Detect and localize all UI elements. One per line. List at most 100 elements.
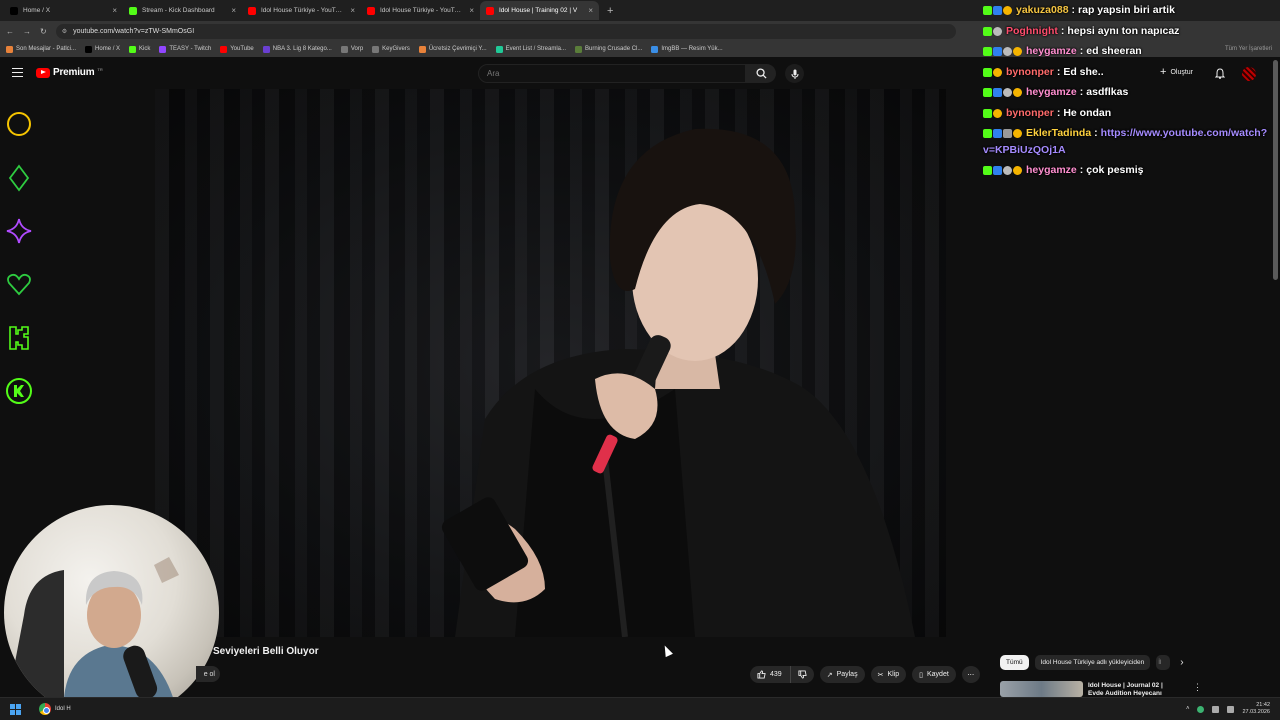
volume-icon[interactable] xyxy=(1227,705,1235,713)
account-avatar[interactable] xyxy=(1242,67,1256,81)
bookmark-favicon-icon xyxy=(6,45,13,53)
kick-k-icon xyxy=(9,326,29,350)
chip-related[interactable]: İl xyxy=(1156,655,1171,670)
clip-button[interactable]: ✂ Klip xyxy=(870,666,907,683)
bookmark-item[interactable]: Son Mesajlar - Patlci... xyxy=(6,45,76,53)
browser-tab[interactable]: Idol House Türkiye - YouTube × xyxy=(361,1,480,20)
more-actions-button[interactable]: ⋯ xyxy=(961,666,980,683)
share-button[interactable]: ↗ Paylaş xyxy=(819,666,865,683)
video-actions: 439 ↗ Paylaş ✂ Klip ▯ Kaydet ⋯ xyxy=(750,666,980,683)
taskbar-chrome-app[interactable]: Idol H xyxy=(39,703,71,715)
tray-app-icon[interactable] xyxy=(1197,705,1205,713)
more-vertical-icon[interactable]: ⋮ xyxy=(1193,682,1202,693)
bookmark-favicon-icon xyxy=(220,45,228,53)
bookmark-item[interactable]: TEASY - Twitch xyxy=(159,45,212,53)
close-icon[interactable]: × xyxy=(469,6,474,15)
chrome-icon xyxy=(39,703,51,715)
chat-badges xyxy=(983,5,1012,15)
site-info-icon[interactable]: ⚙ xyxy=(62,28,67,35)
chip-from-uploader[interactable]: Idol House Türkiye adlı yükleyiciden xyxy=(1034,655,1151,670)
sparkle-icon xyxy=(6,218,32,244)
close-icon[interactable]: × xyxy=(350,6,355,15)
bookmark-item[interactable]: Ücretsiz Çevrimiçi Y... xyxy=(418,45,487,53)
close-icon[interactable]: × xyxy=(112,6,117,15)
video-player[interactable] xyxy=(155,89,946,637)
bookmark-item[interactable]: YouTube xyxy=(220,45,254,53)
bookmark-item[interactable]: Burning Crusade Cl... xyxy=(575,45,642,53)
chevron-up-icon[interactable]: ˄ xyxy=(1186,706,1190,712)
bookmark-favicon-icon xyxy=(129,45,137,53)
bookmark-label: TEASY - Twitch xyxy=(169,46,212,52)
chat-message: EklerTadinda: https://www.youtube.com/wat… xyxy=(983,127,1267,139)
webcam-overlay xyxy=(4,505,219,720)
back-icon[interactable]: ← xyxy=(6,27,14,36)
browser-tab[interactable]: Idol House Türkiye - YouTube × xyxy=(242,1,361,20)
search-icon xyxy=(755,68,767,79)
forward-icon[interactable]: → xyxy=(23,27,31,36)
chat-separator: : xyxy=(1056,107,1061,119)
url-field[interactable]: ⚙ youtube.com/watch?v=zTW-SMmOsGI xyxy=(55,23,956,39)
search-input[interactable]: Ara xyxy=(478,64,746,83)
page-scrollbar[interactable] xyxy=(1273,60,1278,280)
chat-link[interactable]: https://www.youtube.com/watch? xyxy=(1101,127,1267,139)
chat-badges xyxy=(983,165,1022,175)
kick-badge-icon xyxy=(983,5,992,15)
like-button[interactable]: 439 xyxy=(750,666,790,683)
voice-search-button[interactable] xyxy=(785,64,804,83)
create-button[interactable]: + Oluştur xyxy=(1160,66,1193,78)
browser-tab[interactable]: Home / X × xyxy=(4,1,123,20)
recommended-thumbnail[interactable] xyxy=(1000,681,1083,697)
windows-start-icon[interactable] xyxy=(10,703,21,715)
reload-icon[interactable]: ↻ xyxy=(40,27,47,36)
close-icon[interactable]: × xyxy=(588,6,593,15)
close-icon[interactable]: × xyxy=(231,6,236,15)
menu-icon[interactable] xyxy=(12,68,23,77)
chat-text: asdflkas xyxy=(1086,86,1129,98)
search-button[interactable] xyxy=(746,64,776,83)
chat-separator: : xyxy=(1079,86,1084,98)
circle-icon xyxy=(7,112,31,136)
kick-badge-icon xyxy=(983,67,992,77)
kick-badge-icon xyxy=(983,128,992,138)
user-badge-icon xyxy=(993,128,1002,138)
subscribe-label: e ol xyxy=(203,670,215,678)
chip-all[interactable]: Tümü xyxy=(1000,655,1029,670)
recommended-video[interactable]: Idol House | Journal 02 | Evde Audition … xyxy=(1000,681,1280,705)
tab-title: Stream - Kick Dashboard xyxy=(142,7,215,14)
bookmark-item[interactable]: NBA 3. Lig 8 Katego... xyxy=(262,45,332,53)
chevron-right-icon[interactable]: › xyxy=(1180,657,1183,668)
bookmark-label: Ücretsiz Çevrimiçi Y... xyxy=(428,46,487,52)
new-tab-icon[interactable]: + xyxy=(599,5,621,17)
chat-message: yakuza088: rap yapsin biri artik xyxy=(983,4,1175,16)
bookmark-label: NBA 3. Lig 8 Katego... xyxy=(272,46,332,52)
clock[interactable]: 21:42 27.03.2026 xyxy=(1242,702,1270,716)
youtube-logo[interactable]: Premium TR xyxy=(36,67,103,78)
clock-date: 27.03.2026 xyxy=(1242,709,1270,715)
clock-time: 21:42 xyxy=(1256,702,1270,708)
bookmark-item[interactable]: Vorp xyxy=(340,45,364,53)
bookmark-item[interactable]: Kick xyxy=(129,45,150,53)
thumbs-down-icon xyxy=(798,670,807,679)
tab-favicon-icon xyxy=(10,6,18,15)
user-badge-icon xyxy=(993,87,1002,97)
chat-message: bynonper: Ed she.. xyxy=(983,66,1104,78)
bookmark-item[interactable]: Event List / Streamla... xyxy=(495,45,566,53)
notifications-bell-icon[interactable] xyxy=(1215,68,1225,79)
dislike-button[interactable] xyxy=(789,666,814,683)
bookmark-item[interactable]: Home / X xyxy=(85,45,120,53)
bookmark-item[interactable]: KeyGivers xyxy=(372,45,410,53)
kick-badge-icon xyxy=(983,26,992,36)
stream-chat-overlay: yakuza088: rap yapsin biri artik Poghnight… xyxy=(980,0,1280,184)
more-horizontal-icon: ⋯ xyxy=(967,671,975,679)
network-icon[interactable] xyxy=(1212,705,1220,713)
bookmark-label: Vorp xyxy=(350,46,364,52)
save-button[interactable]: ▯ Kaydet xyxy=(912,666,956,683)
chat-separator: : xyxy=(1060,25,1065,37)
bookmark-item[interactable]: ImgBB — Resim Yük... xyxy=(651,45,723,53)
browser-tab[interactable]: Stream - Kick Dashboard × xyxy=(123,1,242,20)
chat-link-continuation[interactable]: v=KPBiUzQOj1A xyxy=(983,144,1066,156)
bookmark-favicon-icon xyxy=(340,45,348,53)
subscribe-button[interactable]: e ol xyxy=(196,666,220,682)
browser-tab[interactable]: Idol House | Training 02 | V × xyxy=(480,1,599,20)
chat-message: bynonper: He ondan xyxy=(983,107,1111,119)
